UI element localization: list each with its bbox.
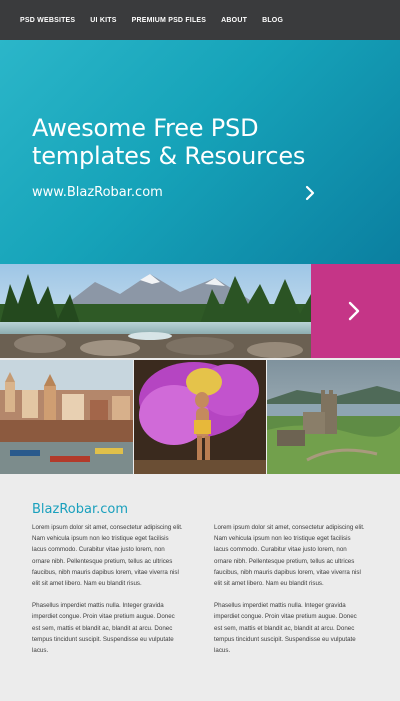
paragraph: Phasellus imperdiet mattis nulla. Intege… [32,602,175,655]
paragraph: Phasellus imperdiet mattis nulla. Intege… [214,602,357,655]
nav-item-ui-kits[interactable]: UI KITS [90,17,116,24]
gallery-image-castle[interactable] [267,360,400,474]
gallery-image-city[interactable] [0,360,133,474]
content-column-right: Lorem ipsum dolor sit amet, consectetur … [214,522,366,667]
hero-url-link[interactable]: www.BlazRobar.com [32,185,163,200]
top-nav: PSD WEBSITES UI KITS PREMIUM PSD FILES A… [0,0,400,40]
nav-item-premium-psd-files[interactable]: PREMIUM PSD FILES [132,17,207,24]
hero-title-line2: templates & Resources [32,142,306,170]
paragraph: Lorem ipsum dolor sit amet, consectetur … [32,524,183,588]
nav-item-psd-websites[interactable]: PSD WEBSITES [20,17,75,24]
paragraph: Lorem ipsum dolor sit amet, consectetur … [214,524,365,588]
gallery-next-button[interactable] [311,264,400,358]
content-column-left: Lorem ipsum dolor sit amet, consectetur … [32,522,184,667]
hero-title: Awesome Free PSD templates & Resources [32,114,305,170]
gallery-image-carnival[interactable] [134,360,266,474]
nav-item-about[interactable]: ABOUT [221,17,247,24]
chevron-right-icon[interactable] [300,183,320,203]
hero-title-line1: Awesome Free PSD [32,114,259,142]
hero-banner: Awesome Free PSD templates & Resources w… [0,40,400,264]
content-section: BlazRobar.com Lorem ipsum dolor sit amet… [0,474,400,701]
nav-item-blog[interactable]: BLOG [262,17,283,24]
gallery-image-mountain-river[interactable] [0,264,311,358]
content-heading: BlazRobar.com [32,502,128,517]
chevron-right-icon [348,301,360,321]
photo-gallery [0,264,400,474]
